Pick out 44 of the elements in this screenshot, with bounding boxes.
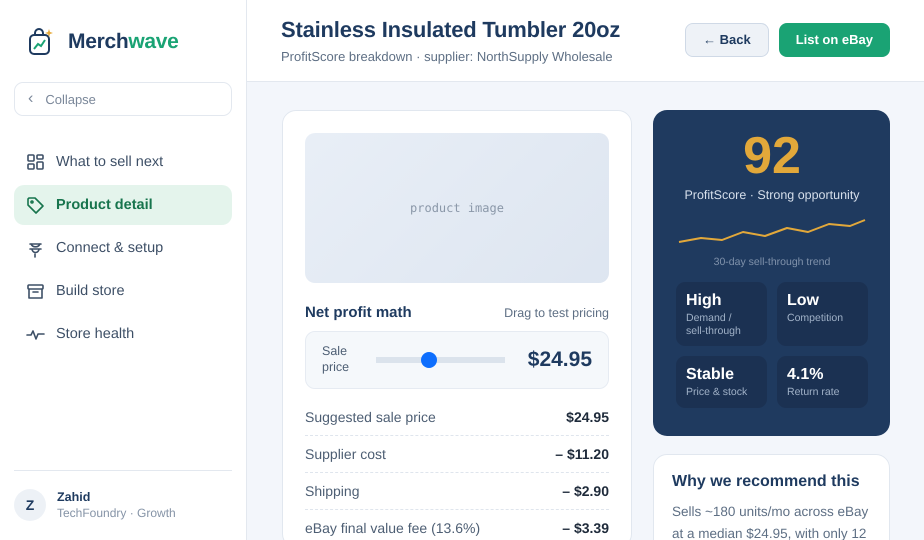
score-caption: ProfitScore · Strong opportunity xyxy=(684,188,860,202)
price-reading: $24.95 xyxy=(528,348,592,372)
row-value: $24.95 xyxy=(566,409,609,425)
nav-item[interactable]: Connect & setup xyxy=(14,228,232,268)
back-button[interactable]: ← Back xyxy=(685,22,769,56)
nav-item[interactable]: Store health xyxy=(14,314,232,354)
card-text: Sells ~180 units/mo across eBay at a median $24.95, with only 12 xyxy=(672,503,870,540)
row-value: – $3.39 xyxy=(562,520,609,536)
slider-label: Sale price xyxy=(322,344,350,376)
user-detail: TechFoundry · Growth xyxy=(57,506,176,520)
stat-value: Low xyxy=(787,292,820,310)
stat-label: Competition xyxy=(787,312,844,326)
slider-thumb[interactable] xyxy=(420,352,437,368)
nav-item[interactable]: Product detail xyxy=(14,185,232,225)
row-label: Supplier cost xyxy=(305,446,386,462)
brand-name: Merchwave xyxy=(68,30,179,54)
trend-label: 30-day sell-through trend xyxy=(714,256,830,268)
stat-label: Demand / sell-through xyxy=(686,312,742,338)
page-subtitle: ProfitScore breakdown · supplier: NorthSupply Wholesale xyxy=(281,49,614,64)
page-title: Stainless Insulated Tumbler 20oz xyxy=(281,17,620,43)
archive-icon xyxy=(26,282,45,300)
nav-item[interactable]: What to sell next xyxy=(14,142,232,182)
row-label: Suggested sale price xyxy=(305,409,436,425)
stat-value: Stable xyxy=(686,366,736,384)
avatar: Z xyxy=(14,489,46,521)
logo-icon xyxy=(28,28,54,56)
nav-item[interactable]: Build store xyxy=(14,271,232,311)
row-label: eBay final value fee (13.6%) xyxy=(305,520,480,536)
grid-icon xyxy=(26,152,45,172)
collapse-button[interactable]: ‹ Collapse xyxy=(14,82,232,116)
stat-value: High xyxy=(686,292,723,310)
stat-label: Price & stock xyxy=(686,386,748,400)
hint-text: Drag to test pricing xyxy=(504,306,609,320)
placeholder-label: product image xyxy=(410,201,504,215)
stat-label: Return rate xyxy=(787,386,841,400)
card-title: Why we recommend this xyxy=(672,473,861,491)
row-value: – $11.20 xyxy=(555,446,609,462)
row-value: – $2.90 xyxy=(562,483,609,499)
score-value: 92 xyxy=(743,126,801,186)
user-name: Zahid xyxy=(57,490,92,504)
tag-icon xyxy=(26,196,45,214)
section-title: Net profit math xyxy=(305,304,412,321)
row-label: Shipping xyxy=(305,483,360,499)
stat-value: 4.1% xyxy=(787,366,824,384)
